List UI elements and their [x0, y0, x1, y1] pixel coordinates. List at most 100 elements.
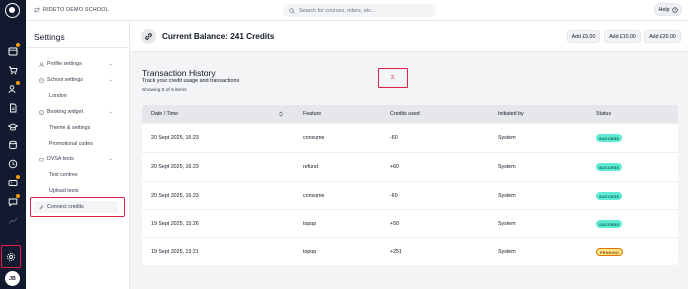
date-cell: 19 Sept 2025, 13:21 — [151, 249, 199, 255]
top-bar: RIDETO DEMO SCHOOL Help — [26, 0, 688, 21]
status-badge: PENDING — [596, 248, 624, 256]
sort-icon[interactable] — [278, 111, 284, 117]
help-button[interactable]: Help — [654, 3, 682, 16]
search-bar[interactable] — [283, 4, 436, 17]
feature-cell: consume — [303, 135, 325, 141]
help-icon — [671, 6, 678, 13]
sidebar-item-school-settings[interactable]: School settings — [26, 74, 130, 86]
chart-icon[interactable] — [6, 213, 19, 226]
initiated-cell: System — [498, 135, 516, 141]
sidebar-item-label: DVSA tests — [47, 156, 74, 162]
sidebar-item-dvsa-tests[interactable]: DVSA tests — [26, 153, 130, 165]
add-10-button[interactable]: Add £10.00 — [604, 30, 641, 43]
search-icon — [289, 7, 295, 14]
icon-rail: JB — [0, 0, 26, 289]
column-header-status: Status — [596, 111, 612, 117]
credits-cell: -60 — [390, 193, 398, 199]
database-icon[interactable] — [6, 138, 19, 151]
settings-panel: Settings Profile settings School setting… — [26, 21, 130, 289]
sidebar-item-connect-credits[interactable]: Connect credits — [26, 201, 130, 213]
sidebar-item-test-centres[interactable]: Test centres — [26, 169, 130, 181]
school-switcher[interactable]: RIDETO DEMO SCHOOL — [34, 7, 109, 13]
user-icon — [38, 61, 44, 67]
status-badge: SUCCESS — [596, 163, 623, 171]
divider — [26, 47, 130, 48]
ticket-icon[interactable] — [6, 175, 20, 189]
credits-cell: +50 — [390, 221, 399, 227]
column-header-date[interactable]: Date / Time — [151, 111, 178, 117]
date-cell: 19 Sept 2025, 15:26 — [151, 221, 199, 227]
credits-icon — [141, 29, 156, 44]
sidebar-item-upload-tests[interactable]: Upload tests — [26, 185, 130, 197]
balance-bar: Current Balance: 241 Credits Add £5.00 A… — [130, 21, 688, 52]
status-badge: SUCCESS — [596, 192, 623, 200]
add-20-button[interactable]: Add £20.00 — [644, 30, 681, 43]
sidebar-item-label: Promotional codes — [49, 141, 93, 147]
sidebar-item-label: Theme & settings — [49, 125, 91, 131]
credits-cell: +60 — [390, 164, 399, 170]
sidebar-item-label: Upload tests — [49, 188, 79, 194]
document-icon[interactable] — [6, 101, 19, 114]
school-switch-icon — [34, 7, 40, 13]
feature-cell: refund — [303, 164, 319, 170]
initiated-cell: System — [498, 164, 516, 170]
cart-icon[interactable] — [6, 63, 19, 76]
credits-cell: -60 — [390, 135, 398, 141]
widget-icon — [38, 109, 44, 115]
users-icon[interactable] — [6, 81, 20, 95]
transaction-history-title: Transaction History — [142, 68, 216, 78]
feature-cell: topup — [303, 249, 317, 255]
link-icon — [38, 204, 44, 210]
initiated-cell: System — [498, 221, 516, 227]
calendar-icon[interactable] — [6, 43, 20, 57]
sidebar-item-booking-widget[interactable]: Booking widget — [26, 106, 130, 118]
feature-cell: topup — [303, 221, 317, 227]
graduation-icon[interactable] — [6, 120, 19, 133]
sidebar-item-label: Connect credits — [47, 204, 84, 210]
status-badge: SUCCESS — [596, 220, 623, 228]
sidebar-item-label: London — [49, 93, 67, 99]
clock-icon[interactable] — [6, 157, 19, 170]
sidebar-item-label: Test centres — [49, 172, 78, 178]
sidebar-item-label: School settings — [47, 77, 83, 83]
chevron-up-icon — [109, 78, 112, 81]
column-header-credits: Credits used — [390, 111, 420, 117]
column-header-feature: Feature — [303, 111, 322, 117]
school-icon — [38, 77, 44, 83]
status-badge: SUCCESS — [596, 134, 623, 142]
chevron-down-icon — [109, 63, 112, 66]
sidebar-item-london[interactable]: London — [26, 90, 130, 102]
settings-icon[interactable] — [4, 250, 17, 263]
sidebar-item-profile-settings[interactable]: Profile settings — [26, 58, 130, 70]
sidebar-item-label: Profile settings — [47, 61, 82, 67]
chevron-up-icon — [109, 110, 112, 113]
current-balance: Current Balance: 241 Credits — [162, 32, 275, 41]
table-row[interactable]: 20 Sept 2025, 16:23 consume -60 System S… — [142, 123, 678, 152]
table-row[interactable]: 19 Sept 2025, 13:21 topup +251 System PE… — [142, 237, 678, 265]
add-5-button[interactable]: Add £5.00 — [567, 30, 600, 43]
table-row[interactable]: 20 Sept 2025, 16:23 consume -60 System S… — [142, 181, 678, 210]
table-row[interactable]: 19 Sept 2025, 15:26 topup +50 System SUC… — [142, 209, 678, 238]
date-cell: 20 Sept 2025, 16:23 — [151, 193, 199, 199]
date-cell: 20 Sept 2025, 16:23 — [151, 164, 199, 170]
table-row[interactable]: 20 Sept 2025, 16:23 refund +60 System SU… — [142, 152, 678, 181]
settings-title: Settings — [34, 32, 65, 42]
transactions-table: Date / Time Feature Credits used Initiat… — [142, 105, 678, 265]
sidebar-item-theme-settings[interactable]: Theme & settings — [26, 122, 130, 134]
item-count: Showing 5 of 5 items — [142, 88, 187, 93]
date-cell: 20 Sept 2025, 16:23 — [151, 135, 199, 141]
chevron-up-icon — [109, 157, 112, 160]
annotation-marker: 3. — [378, 68, 408, 88]
feature-cell: consume — [303, 193, 325, 199]
dvsa-icon — [38, 156, 44, 162]
avatar[interactable]: JB — [5, 271, 20, 286]
initiated-cell: System — [498, 193, 516, 199]
search-input[interactable] — [299, 7, 429, 14]
app-logo[interactable] — [5, 3, 20, 18]
credits-cell: +251 — [390, 249, 402, 255]
column-header-initiated: Initiated by — [498, 111, 524, 117]
chat-icon[interactable] — [6, 194, 20, 208]
help-label: Help — [658, 6, 670, 13]
initiated-cell: System — [498, 249, 516, 255]
sidebar-item-promotional-codes[interactable]: Promotional codes — [26, 138, 130, 150]
